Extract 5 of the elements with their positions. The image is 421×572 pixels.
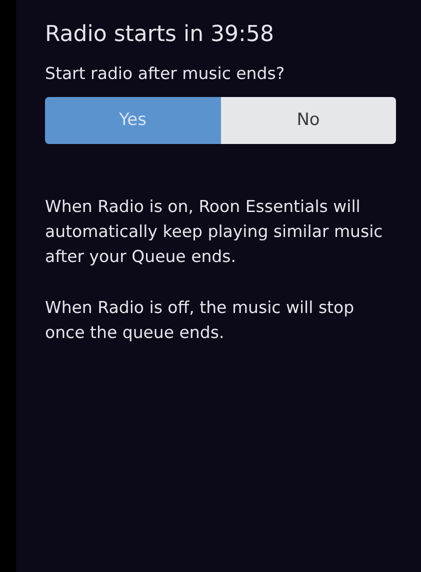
- toggle-option[interactable]: No: [220, 97, 396, 144]
- dialog-title: Radio starts in 39:58: [45, 22, 275, 48]
- description-text: When Radio is off, the music will stop once the queue ends.: [45, 297, 356, 344]
- description-text: When Radio is on, Roon Essentials will automatically keep playing similar music after your Queue ends.: [45, 196, 384, 268]
- question-text: Start radio after music ends?: [45, 63, 286, 86]
